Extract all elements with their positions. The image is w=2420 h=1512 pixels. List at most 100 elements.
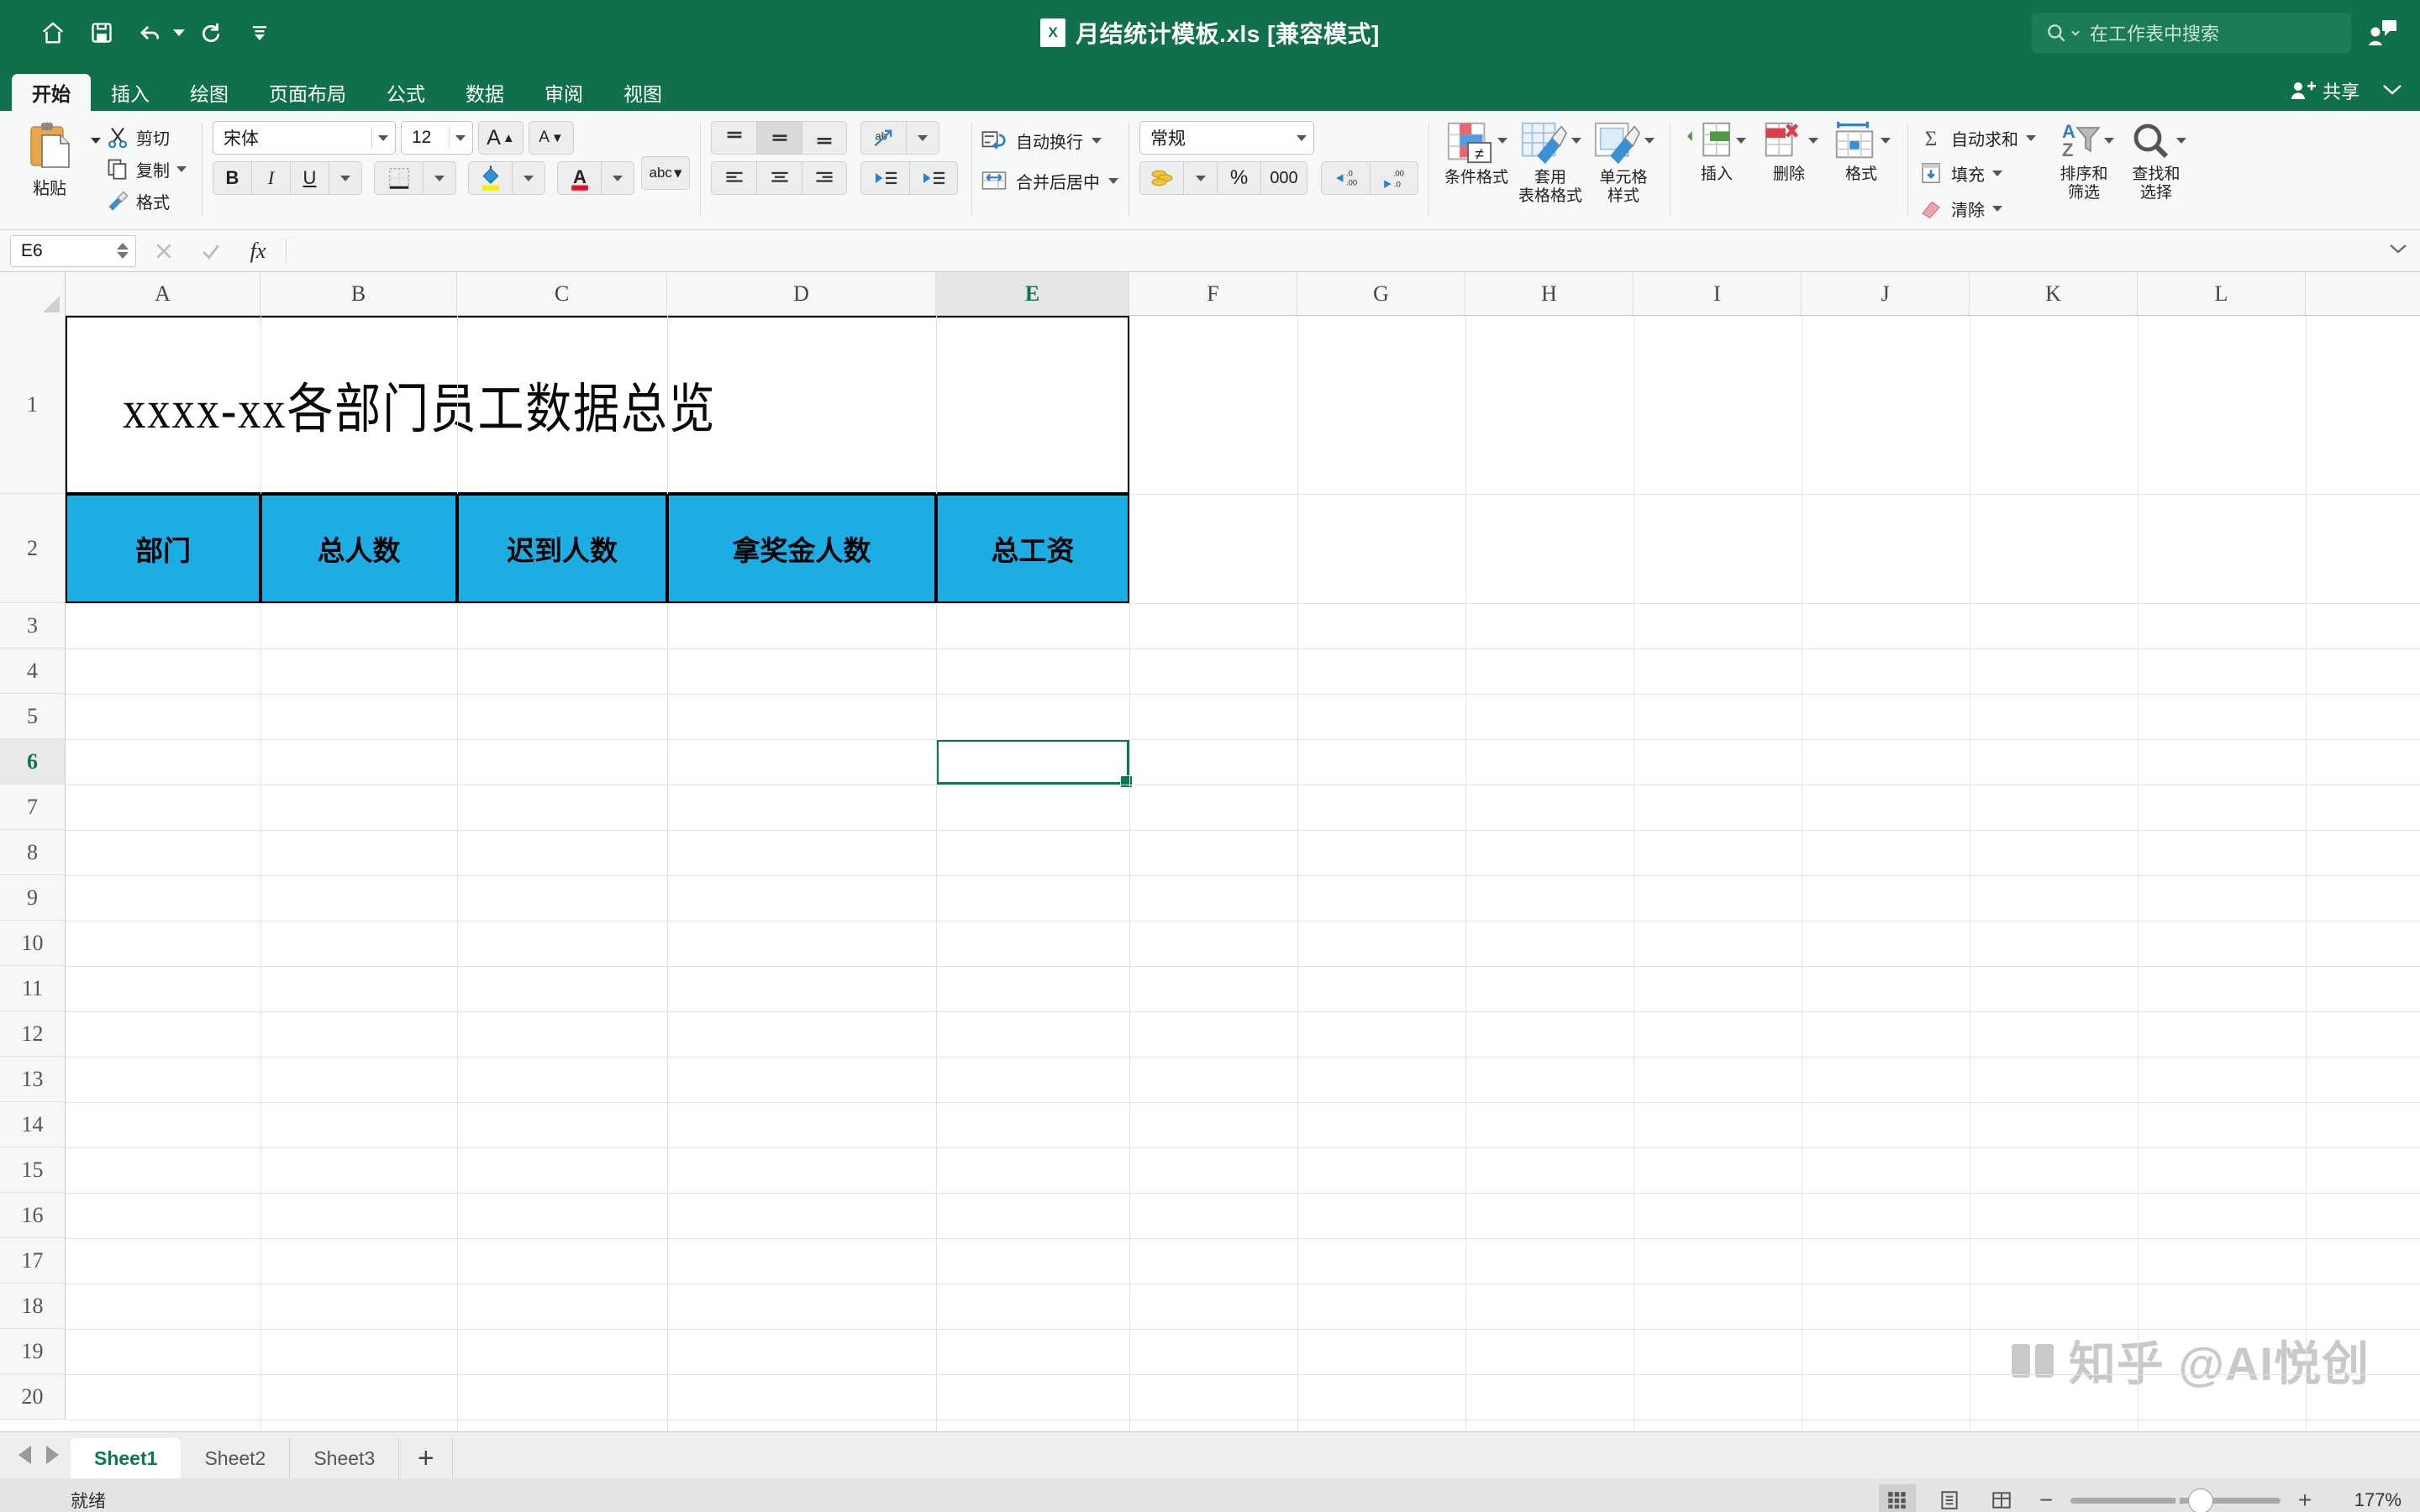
page-layout-view-icon[interactable]: [1931, 1484, 1968, 1512]
decrease-indent-button[interactable]: [860, 161, 909, 195]
insert-function-icon[interactable]: fx: [239, 234, 277, 268]
column-header-e[interactable]: E: [936, 272, 1129, 315]
cut-button[interactable]: 剪切: [101, 123, 192, 151]
accounting-dropdown-icon[interactable]: [1183, 161, 1217, 195]
column-header-j[interactable]: J: [1802, 272, 1970, 315]
fill-color-dropdown-icon[interactable]: [512, 161, 545, 195]
sheet-tab-sheet1[interactable]: Sheet1: [71, 1438, 182, 1478]
percent-format-button[interactable]: %: [1217, 161, 1260, 195]
phonetic-guide-button[interactable]: abc ▾: [641, 156, 690, 190]
font-color-dropdown-icon[interactable]: [601, 161, 634, 195]
tab-insert[interactable]: 插入: [91, 74, 170, 111]
expand-formula-bar-icon[interactable]: [2388, 242, 2408, 260]
format-as-table-dropdown-icon[interactable]: [1571, 138, 1582, 144]
bold-button[interactable]: B: [213, 161, 251, 195]
undo-icon[interactable]: [128, 10, 173, 55]
share-person-icon[interactable]: [2368, 18, 2398, 47]
increase-decimal-button[interactable]: .0.00: [1321, 161, 1370, 195]
tab-home[interactable]: 开始: [12, 74, 91, 111]
fill-color-button[interactable]: [468, 161, 512, 195]
clear-dropdown-icon[interactable]: [1992, 205, 2003, 212]
row-header-16[interactable]: 16: [0, 1193, 65, 1238]
copy-dropdown-icon[interactable]: [176, 165, 187, 172]
align-right-button[interactable]: [802, 161, 847, 195]
column-header-i[interactable]: I: [1634, 272, 1802, 315]
decrease-decimal-button[interactable]: .00.0: [1370, 161, 1418, 195]
row-header-7[interactable]: 7: [0, 785, 65, 830]
undo-dropdown-icon[interactable]: [173, 29, 185, 36]
row-header-3[interactable]: 3: [0, 603, 65, 648]
format-cells-button[interactable]: 格式: [1825, 116, 1897, 184]
sheet-tab-sheet3[interactable]: Sheet3: [290, 1438, 400, 1478]
copy-button[interactable]: 复制: [101, 155, 192, 183]
cancel-formula-icon[interactable]: [145, 234, 183, 268]
row-header-12[interactable]: 12: [0, 1011, 65, 1057]
row-header-18[interactable]: 18: [0, 1284, 65, 1329]
row-header-15[interactable]: 15: [0, 1147, 65, 1193]
font-size-select[interactable]: 12: [401, 121, 473, 155]
row-header-2[interactable]: 2: [0, 494, 65, 603]
zoom-slider[interactable]: [2070, 1488, 2281, 1512]
table-header-cell[interactable]: 总工资: [936, 494, 1129, 603]
confirm-formula-icon[interactable]: [192, 234, 230, 268]
row-header-17[interactable]: 17: [0, 1238, 65, 1284]
next-sheet-icon[interactable]: [46, 1446, 59, 1464]
merged-title-cell[interactable]: xxxx-xx各部门员工数据总览: [66, 316, 1129, 494]
cell-styles-button[interactable]: 单元格 样式: [1587, 116, 1660, 206]
page-break-view-icon[interactable]: [1983, 1484, 2020, 1512]
align-left-button[interactable]: [711, 161, 756, 195]
zoom-out-button[interactable]: −: [2035, 1487, 2057, 1512]
font-color-button[interactable]: A: [557, 161, 601, 195]
text-orientation-button[interactable]: ab: [860, 121, 906, 155]
column-header-f[interactable]: F: [1129, 272, 1297, 315]
name-box[interactable]: E6: [10, 234, 136, 267]
save-icon[interactable]: [79, 10, 124, 55]
column-header-b[interactable]: B: [260, 272, 457, 315]
tab-formulas[interactable]: 公式: [366, 74, 445, 111]
ribbon-collapse-icon[interactable]: [2381, 81, 2403, 101]
underline-dropdown-icon[interactable]: [329, 161, 362, 195]
comma-format-button[interactable]: 000: [1260, 161, 1307, 195]
table-header-cell[interactable]: 部门: [66, 494, 260, 603]
row-header-14[interactable]: 14: [0, 1102, 65, 1147]
row-header-10[interactable]: 10: [0, 921, 65, 966]
row-header-8[interactable]: 8: [0, 830, 65, 875]
customize-qat-icon[interactable]: [237, 10, 282, 55]
paste-dropdown-icon[interactable]: [89, 116, 101, 144]
increase-font-size-button[interactable]: A ▲: [478, 121, 523, 155]
column-header-h[interactable]: H: [1465, 272, 1634, 315]
wrap-text-dropdown-icon[interactable]: [1092, 137, 1102, 144]
tab-draw[interactable]: 绘图: [170, 74, 249, 111]
borders-dropdown-icon[interactable]: [423, 161, 456, 195]
fill-button[interactable]: 填充: [1918, 158, 2036, 188]
tab-review[interactable]: 审阅: [524, 74, 603, 111]
borders-button[interactable]: [374, 161, 423, 195]
conditional-formatting-button[interactable]: ≠ 条件格式: [1439, 116, 1513, 187]
row-header-1[interactable]: 1: [0, 316, 65, 494]
row-header-11[interactable]: 11: [0, 966, 65, 1011]
text-orientation-dropdown-icon[interactable]: [906, 121, 939, 155]
format-cells-dropdown-icon[interactable]: [1881, 138, 1891, 144]
column-header-l[interactable]: L: [2138, 272, 2306, 315]
merge-center-button[interactable]: 合并后居中: [981, 165, 1118, 197]
redo-icon[interactable]: [188, 10, 234, 55]
merge-center-dropdown-icon[interactable]: [1108, 177, 1118, 184]
name-box-spinner[interactable]: [117, 243, 129, 259]
paste-button[interactable]: 粘贴: [10, 116, 89, 199]
align-top-button[interactable]: [711, 121, 756, 155]
column-header-a[interactable]: A: [66, 272, 260, 315]
zoom-in-button[interactable]: +: [2294, 1487, 2316, 1512]
row-header-9[interactable]: 9: [0, 875, 65, 921]
sheet-tab-sheet2[interactable]: Sheet2: [181, 1438, 291, 1478]
clear-button[interactable]: 清除: [1918, 193, 2036, 223]
row-header-13[interactable]: 13: [0, 1057, 65, 1102]
insert-cells-dropdown-icon[interactable]: [1736, 138, 1747, 144]
sort-filter-button[interactable]: A Z 排序和 筛选: [2048, 116, 2120, 202]
increase-indent-button[interactable]: [909, 161, 958, 195]
search-input[interactable]: 在工作表中搜索: [2032, 13, 2351, 53]
number-format-select[interactable]: 常规: [1139, 121, 1314, 155]
row-header-6[interactable]: 6: [0, 739, 65, 785]
delete-cells-button[interactable]: 删除: [1753, 116, 1825, 184]
formula-input[interactable]: [295, 234, 2410, 268]
autosum-dropdown-icon[interactable]: [2026, 134, 2037, 141]
